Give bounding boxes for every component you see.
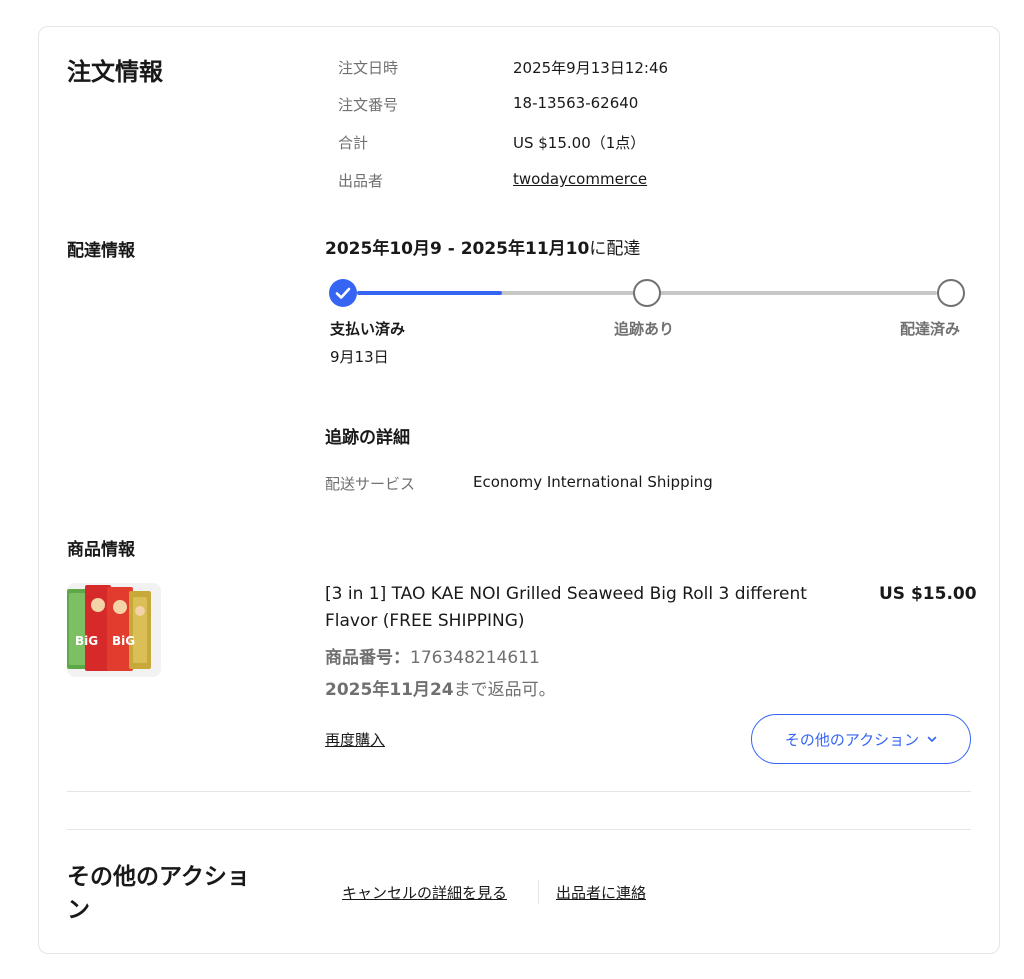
contact-seller-link[interactable]: 出品者に連絡 <box>556 882 646 903</box>
item-info-title: 商品情報 <box>67 540 135 560</box>
chevron-down-icon <box>927 734 937 744</box>
rebuy-link[interactable]: 再度購入 <box>325 729 385 750</box>
step-tracked-circle-icon <box>633 279 661 307</box>
order-number-label: 注文番号 <box>338 96 399 114</box>
return-suffix: まで返品可。 <box>453 680 556 700</box>
link-separator <box>538 880 539 904</box>
seller-label: 出品者 <box>338 172 384 190</box>
step-paid-check-icon <box>329 279 357 307</box>
delivery-range: 2025年10月9 - 2025年11月10 <box>325 239 590 259</box>
item-thumbnail[interactable]: BiG BiG <box>67 583 161 677</box>
other-actions-title-line2: ン <box>67 897 90 923</box>
thumb-text: BiG <box>75 634 98 648</box>
item-price: US $15.00 <box>879 584 977 604</box>
order-date-value: 2025年9月13日12:46 <box>513 59 669 77</box>
more-actions-label: その他のアクション <box>784 730 920 749</box>
section-divider-2 <box>67 829 971 830</box>
shipping-service-label: 配送サービス <box>325 475 416 493</box>
section-divider <box>67 791 971 792</box>
delivery-estimate: 2025年10月9 - 2025年11月10に配達 <box>325 234 640 259</box>
cancel-details-link[interactable]: キャンセルの詳細を見る <box>342 882 507 903</box>
order-number-value: 18-13563-62640 <box>513 94 639 112</box>
step-paid-date: 9月13日 <box>330 348 389 366</box>
other-actions-title-line1: その他のアクショ <box>67 864 250 890</box>
item-title-line2[interactable]: Flavor (FREE SHIPPING) <box>325 611 525 631</box>
order-date-label: 注文日時 <box>338 59 399 77</box>
item-number-value: 176348214611 <box>410 648 540 668</box>
tracking-details-title: 追跡の詳細 <box>325 428 410 448</box>
total-label: 合計 <box>338 134 369 152</box>
more-actions-button[interactable]: その他のアクション <box>751 714 971 764</box>
step-tracked-label: 追跡あり <box>614 320 675 338</box>
total-value: US $15.00（1点） <box>513 134 646 152</box>
thumb-text-2: BiG <box>112 634 135 648</box>
seller-link[interactable]: twodaycommerce <box>513 170 647 188</box>
shipping-service-value: Economy International Shipping <box>473 473 713 491</box>
return-date: 2025年11月24 <box>325 680 454 700</box>
delivery-range-suffix: に配達 <box>589 239 641 259</box>
order-info-title: 注文情報 <box>67 58 163 86</box>
progress-fill <box>357 291 502 295</box>
item-number: 商品番号：176348214611 <box>325 643 540 668</box>
step-delivered-circle-icon <box>937 279 965 307</box>
item-title-line1[interactable]: [3 in 1] TAO KAE NOI Grilled Seaweed Big… <box>325 584 807 604</box>
item-number-label: 商品番号： <box>325 648 410 668</box>
step-delivered-label: 配達済み <box>900 320 961 338</box>
step-paid-label: 支払い済み <box>330 320 406 338</box>
return-deadline: 2025年11月24まで返品可。 <box>325 675 556 700</box>
delivery-info-title: 配達情報 <box>67 241 135 261</box>
